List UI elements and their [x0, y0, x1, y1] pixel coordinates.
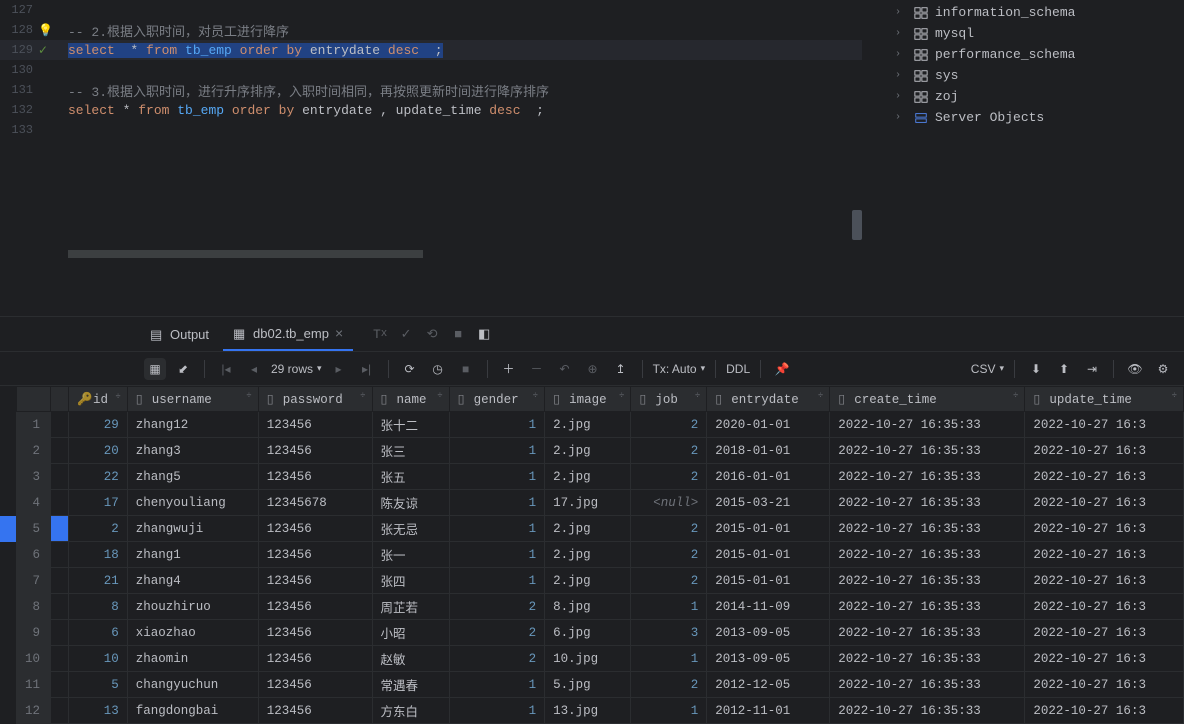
column-header[interactable]: ▯job÷ [631, 387, 707, 412]
undo-icon[interactable]: ↶ [554, 358, 576, 380]
column-header[interactable]: ▯update_time÷ [1025, 387, 1184, 412]
rollback-icon[interactable]: ⟲ [421, 323, 443, 345]
chart-view-icon[interactable]: ⬋ [172, 358, 194, 380]
revert-icon[interactable]: ■ [455, 358, 477, 380]
output-icon: ▤ [150, 327, 164, 341]
schema-icon [913, 5, 929, 21]
grid-view-icon[interactable]: ▦ [144, 358, 166, 380]
tab-output-label: Output [170, 327, 209, 342]
reload-icon[interactable]: ⟳ [399, 358, 421, 380]
panel-icon[interactable]: ◧ [473, 323, 495, 345]
remove-row-icon[interactable]: － [526, 358, 548, 380]
stop-icon[interactable]: ■ [447, 323, 469, 345]
export-format[interactable]: CSV ▾ [971, 362, 1004, 376]
result-grid[interactable]: 🔑id÷▯username÷▯password÷▯name÷▯gender÷▯i… [0, 386, 1184, 724]
settings-icon[interactable]: ⚙ [1152, 358, 1174, 380]
column-header[interactable]: ▯name÷ [372, 387, 449, 412]
tx-mode[interactable]: Tx: Auto ▾ [653, 362, 706, 376]
last-page-icon[interactable]: ▸| [356, 358, 378, 380]
tx-icon[interactable]: Tx [369, 323, 391, 345]
schema-icon [913, 89, 929, 105]
clone-icon[interactable]: ⊕ [582, 358, 604, 380]
chevron-right-icon[interactable]: › [895, 49, 907, 60]
table-row[interactable]: 417chenyouliang12345678陈友谅117.jpg<null>2… [0, 490, 1184, 516]
tree-label: performance_schema [935, 47, 1075, 62]
pin-icon[interactable]: 📌 [771, 358, 793, 380]
eye-icon[interactable]: 👁 [1124, 358, 1146, 380]
tree-label: sys [935, 68, 958, 83]
upload-icon[interactable]: ⬆ [1053, 358, 1075, 380]
ddl-button[interactable]: DDL [726, 362, 750, 376]
table-row[interactable]: 721zhang4123456张四12.jpg22015-01-012022-1… [0, 568, 1184, 594]
column-header[interactable]: ▯username÷ [127, 387, 258, 412]
result-tabs: ▤ Output ▦ db02.tb_emp × Tx ✓ ⟲ ■ ◧ [0, 317, 1184, 352]
chevron-right-icon[interactable]: › [895, 70, 907, 81]
column-header[interactable]: 🔑id÷ [69, 387, 128, 412]
download-icon[interactable]: ⬇ [1025, 358, 1047, 380]
rows-dropdown[interactable]: 29 rows ▾ [271, 362, 322, 376]
tab-result[interactable]: ▦ db02.tb_emp × [223, 317, 353, 351]
schema-icon [913, 68, 929, 84]
pending-icon[interactable]: ◷ [427, 358, 449, 380]
tree-label: Server Objects [935, 110, 1044, 125]
column-header[interactable]: ▯password÷ [258, 387, 372, 412]
table-row[interactable]: 1010zhaomin123456赵敏210.jpg12013-09-05202… [0, 646, 1184, 672]
chevron-right-icon[interactable]: › [895, 91, 907, 102]
editor-scrollbar-h[interactable] [68, 250, 423, 258]
column-header[interactable]: ▯gender÷ [449, 387, 544, 412]
commit-icon[interactable]: ✓ [395, 323, 417, 345]
add-row-icon[interactable]: ＋ [498, 358, 520, 380]
table-row[interactable]: 96xiaozhao123456小昭26.jpg32013-09-052022-… [0, 620, 1184, 646]
table-row[interactable]: 322zhang5123456张五12.jpg22016-01-012022-1… [0, 464, 1184, 490]
result-toolbar: ▦ ⬋ |◂ ◂ 29 rows ▾ ▸ ▸| ⟳ ◷ ■ ＋ － ↶ ⊕ ↥ … [0, 352, 1184, 386]
first-page-icon[interactable]: |◂ [215, 358, 237, 380]
chevron-right-icon[interactable]: › [895, 28, 907, 39]
tree-label: information_schema [935, 5, 1075, 20]
table-row[interactable]: 115changyuchun123456常遇春15.jpg22012-12-05… [0, 672, 1184, 698]
next-page-icon[interactable]: ▸ [328, 358, 350, 380]
tab-output[interactable]: ▤ Output [140, 317, 219, 351]
submit-icon[interactable]: ↥ [610, 358, 632, 380]
server-icon [913, 110, 929, 126]
table-row[interactable]: 1213fangdongbai123456方东白113.jpg12012-11-… [0, 698, 1184, 724]
import-icon[interactable]: ⇥ [1081, 358, 1103, 380]
chevron-right-icon[interactable]: › [895, 112, 907, 123]
schema-icon [913, 47, 929, 63]
column-header[interactable]: ▯entrydate÷ [707, 387, 830, 412]
editor-scrollbar-v[interactable] [852, 210, 862, 240]
schema-icon [913, 26, 929, 42]
database-tree[interactable]: › information_schema › mysql › performance_sc… [862, 0, 1184, 258]
table-row[interactable]: 618zhang1123456张一12.jpg22015-01-012022-1… [0, 542, 1184, 568]
chevron-right-icon[interactable]: › [895, 7, 907, 18]
tab-result-label: db02.tb_emp [253, 326, 329, 341]
table-row[interactable]: 129zhang12123456张十二12.jpg22020-01-012022… [0, 412, 1184, 438]
table-row[interactable]: 52zhangwuji123456张无忌12.jpg22015-01-01202… [0, 516, 1184, 542]
sql-editor[interactable]: 127128💡-- 2.根据入职时间，对员工进行降序129✓select * f… [0, 0, 862, 258]
column-header[interactable]: ▯image÷ [545, 387, 631, 412]
table-row[interactable]: 220zhang3123456张三12.jpg22018-01-012022-1… [0, 438, 1184, 464]
table-row[interactable]: 88zhouzhiruo123456周芷若28.jpg12014-11-0920… [0, 594, 1184, 620]
table-icon: ▦ [233, 326, 247, 340]
close-icon[interactable]: × [335, 325, 343, 341]
tree-label: zoj [935, 89, 958, 104]
column-header[interactable]: ▯create_time÷ [830, 387, 1025, 412]
tree-label: mysql [935, 26, 974, 41]
prev-page-icon[interactable]: ◂ [243, 358, 265, 380]
